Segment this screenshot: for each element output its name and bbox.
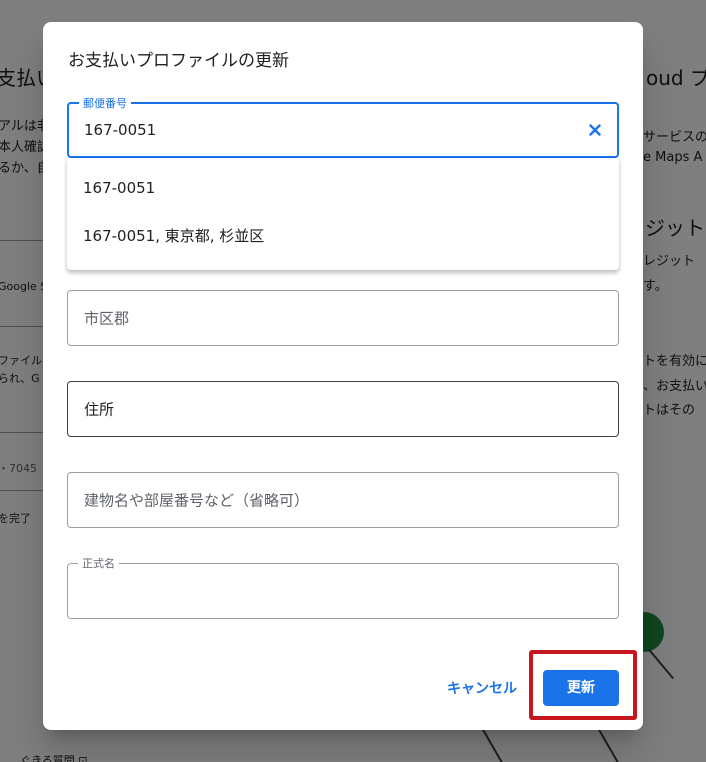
address-field[interactable]: 住所 bbox=[67, 381, 619, 437]
postal-code-label: 郵便番号 bbox=[79, 97, 131, 110]
postal-code-field[interactable]: 郵便番号 167-0051 bbox=[67, 97, 619, 158]
close-icon[interactable] bbox=[587, 122, 603, 138]
update-button[interactable]: 更新 bbox=[543, 670, 619, 706]
suggestion-item[interactable]: 167-0051, 東京都, 杉並区 bbox=[67, 212, 619, 260]
legal-name-field[interactable]: 正式名 bbox=[67, 557, 619, 619]
city-field[interactable]: 市区郡 bbox=[67, 290, 619, 346]
building-placeholder: 建物名や部屋番号など（省略可） bbox=[84, 491, 310, 510]
postal-code-value[interactable]: 167-0051 bbox=[84, 121, 156, 139]
building-field[interactable]: 建物名や部屋番号など（省略可） bbox=[67, 472, 619, 528]
address-placeholder: 住所 bbox=[84, 400, 115, 419]
update-payment-profile-dialog: お支払いプロファイルの更新 郵便番号 167-0051 167-0051 167… bbox=[43, 22, 643, 730]
dialog-title: お支払いプロファイルの更新 bbox=[68, 51, 289, 71]
suggestion-item[interactable]: 167-0051 bbox=[67, 164, 619, 212]
postal-code-suggestions: 167-0051 167-0051, 東京都, 杉並区 bbox=[67, 158, 619, 270]
city-placeholder: 市区郡 bbox=[84, 309, 130, 328]
cancel-button[interactable]: キャンセル bbox=[447, 674, 517, 704]
legal-name-label: 正式名 bbox=[78, 557, 119, 570]
